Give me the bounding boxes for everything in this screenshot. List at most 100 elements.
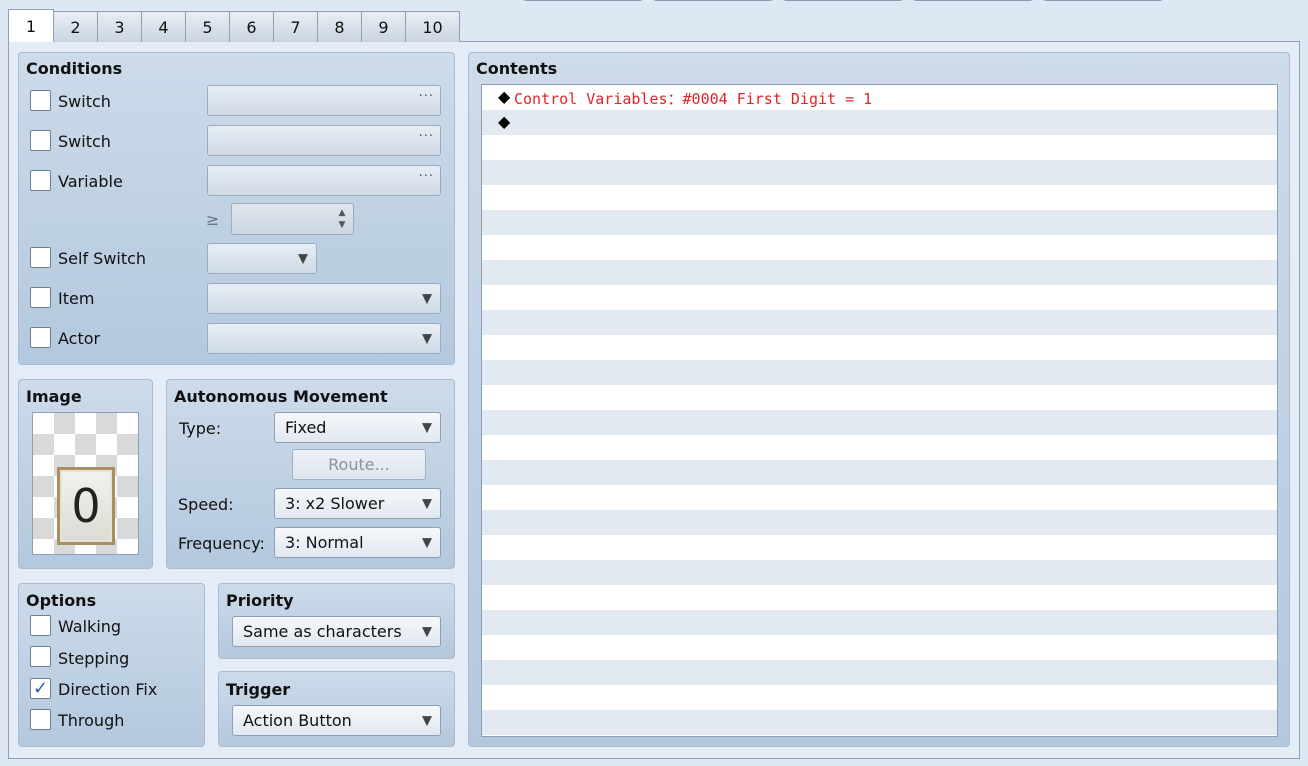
trigger-select[interactable]: Action Button ▼ — [232, 705, 441, 736]
empty-row — [482, 710, 1277, 735]
toolbar-button-stub[interactable] — [783, 0, 903, 1]
priority-select[interactable]: Same as characters ▼ — [232, 616, 441, 647]
chevron-down-icon: ▼ — [298, 251, 308, 266]
stepping-checkbox[interactable] — [30, 646, 51, 667]
variable-field: ··· — [207, 165, 441, 196]
toolbar-button-stub[interactable] — [523, 0, 643, 1]
empty-row — [482, 335, 1277, 360]
self-switch-checkbox[interactable] — [30, 247, 51, 268]
speed-select[interactable]: 3: x2 Slower ▼ — [274, 488, 441, 519]
command-row[interactable]: ◆ — [482, 110, 1277, 135]
movement-type-select[interactable]: Fixed ▼ — [274, 412, 441, 443]
contents-title: Contents — [476, 59, 558, 78]
check-icon: ✓ — [32, 677, 49, 699]
walking-label: Walking — [58, 617, 122, 636]
switch1-checkbox[interactable] — [30, 90, 51, 111]
empty-row — [482, 360, 1277, 385]
tab-page-10[interactable]: 10 — [405, 11, 460, 42]
empty-row — [482, 260, 1277, 285]
tab-label: 8 — [334, 17, 345, 37]
actor-label: Actor — [58, 329, 101, 348]
spin-arrows-icon: ▲ ▼ — [338, 208, 346, 230]
tab-page-2[interactable]: 2 — [53, 11, 98, 42]
command-row[interactable]: ◆ Control Variables：#0004 First Digit = 1 — [482, 85, 1277, 110]
tab-label: 5 — [202, 17, 213, 37]
compare-symbol: ≥ — [206, 210, 220, 229]
item-checkbox[interactable] — [30, 287, 51, 308]
event-command-list[interactable]: ◆ Control Variables：#0004 First Digit = 1… — [481, 84, 1278, 737]
through-checkbox[interactable] — [30, 709, 51, 730]
variable-browse-button: ··· — [418, 169, 434, 184]
tab-label: 10 — [422, 17, 443, 37]
switch2-checkbox[interactable] — [30, 130, 51, 151]
command-marker-icon: ◆ — [498, 112, 511, 131]
chevron-down-icon: ▼ — [422, 624, 432, 639]
tab-page-1[interactable]: 1 — [8, 9, 54, 42]
empty-row — [482, 210, 1277, 235]
actor-dropdown: ▼ — [207, 323, 441, 354]
self-switch-dropdown: ▼ — [207, 243, 317, 274]
switch2-field: ··· — [207, 125, 441, 156]
empty-row — [482, 235, 1277, 260]
speed-label: Speed: — [178, 495, 234, 514]
empty-row — [482, 435, 1277, 460]
empty-row — [482, 485, 1277, 510]
tab-label: 9 — [378, 17, 389, 37]
variable-value-spinner: ▲ ▼ — [231, 203, 354, 235]
tab-page-6[interactable]: 6 — [229, 11, 274, 42]
route-button[interactable]: Route... — [292, 449, 426, 480]
variable-checkbox[interactable] — [30, 170, 51, 191]
tab-page-3[interactable]: 3 — [97, 11, 142, 42]
chevron-down-icon: ▼ — [422, 713, 432, 728]
tile-digit: 0 — [71, 479, 101, 533]
empty-row — [482, 310, 1277, 335]
walking-checkbox[interactable] — [30, 615, 51, 636]
switch1-field: ··· — [207, 85, 441, 116]
toolbar-button-stub[interactable] — [1043, 0, 1163, 1]
empty-row — [482, 460, 1277, 485]
stepping-label: Stepping — [58, 649, 130, 668]
conditions-title: Conditions — [26, 59, 123, 78]
priority-title: Priority — [226, 591, 294, 610]
variable-label: Variable — [58, 172, 123, 191]
switch2-label: Switch — [58, 132, 111, 151]
event-image-preview[interactable]: 0 — [32, 412, 139, 555]
type-label: Type: — [179, 419, 222, 438]
switch2-browse-button: ··· — [418, 129, 434, 144]
tab-page-5[interactable]: 5 — [185, 11, 230, 42]
chevron-down-icon: ▼ — [422, 291, 432, 306]
frequency-select[interactable]: 3: Normal ▼ — [274, 527, 441, 558]
toolbar-button-stub[interactable] — [653, 0, 773, 1]
movement-type-value: Fixed — [285, 418, 327, 437]
switch1-label: Switch — [58, 92, 111, 111]
tab-page-9[interactable]: 9 — [361, 11, 406, 42]
empty-row — [482, 685, 1277, 710]
empty-row — [482, 610, 1277, 635]
toolbar-button-stub[interactable] — [913, 0, 1033, 1]
empty-row — [482, 560, 1277, 585]
speed-value: 3: x2 Slower — [285, 494, 385, 513]
frequency-value: 3: Normal — [285, 533, 364, 552]
tab-label: 1 — [25, 16, 37, 36]
page-tab-bar: 1 2 3 4 5 6 7 8 9 10 — [8, 9, 460, 42]
switch1-browse-button: ··· — [418, 89, 434, 104]
empty-row — [482, 585, 1277, 610]
actor-checkbox[interactable] — [30, 327, 51, 348]
trigger-value: Action Button — [243, 711, 352, 730]
tab-page-7[interactable]: 7 — [273, 11, 318, 42]
tab-label: 2 — [70, 17, 81, 37]
options-title: Options — [26, 591, 97, 610]
chevron-down-icon: ▼ — [422, 496, 432, 511]
empty-row — [482, 135, 1277, 160]
image-title: Image — [26, 387, 82, 406]
item-dropdown: ▼ — [207, 283, 441, 314]
direction-fix-checkbox[interactable]: ✓ — [30, 678, 51, 699]
command-marker-icon: ◆ — [498, 87, 511, 106]
empty-row — [482, 160, 1277, 185]
item-label: Item — [58, 289, 95, 308]
tab-page-4[interactable]: 4 — [141, 11, 186, 42]
character-tile-image: 0 — [57, 467, 115, 545]
tab-page-8[interactable]: 8 — [317, 11, 362, 42]
frequency-label: Frequency: — [178, 534, 265, 553]
tab-label: 7 — [290, 17, 301, 37]
